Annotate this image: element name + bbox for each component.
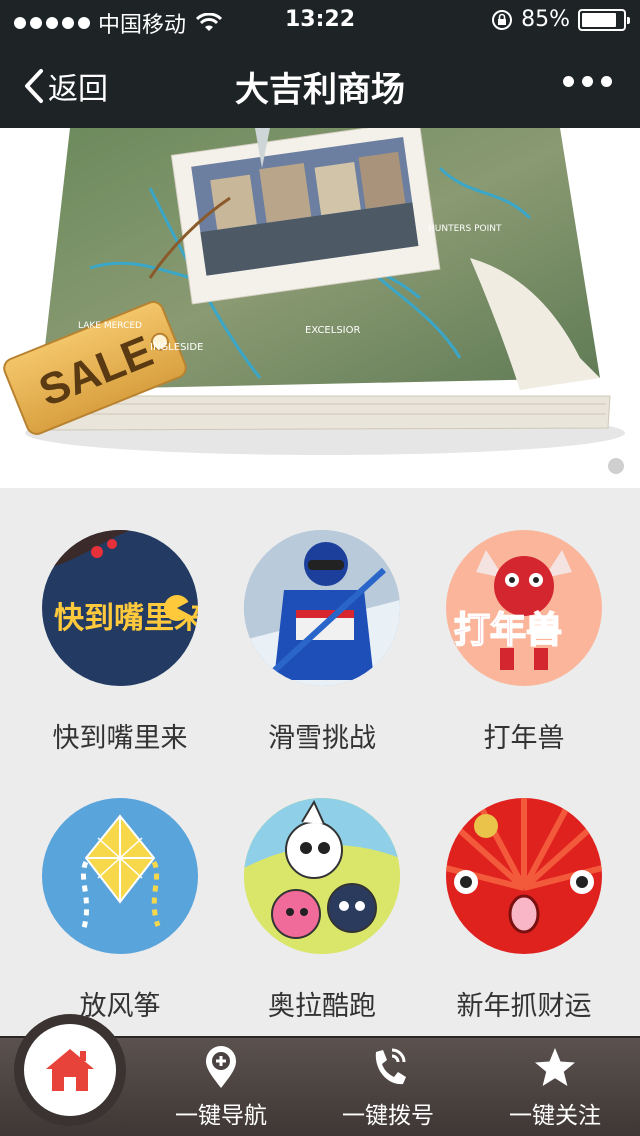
map-label: INGLESIDE bbox=[150, 342, 203, 353]
game-label: 新年抓财运 bbox=[456, 991, 592, 1022]
battery-icon bbox=[578, 8, 630, 31]
red-envelope-icon bbox=[446, 798, 602, 954]
skier-icon bbox=[244, 530, 400, 686]
game-item-nianshou[interactable]: 打年兽 打年兽 bbox=[424, 530, 624, 755]
bottom-toolbar: 一键导航 一键拨号 一键关注 bbox=[0, 1014, 640, 1136]
game-item-kuaidao[interactable]: 快到嘴里来 快到嘴里来 bbox=[20, 530, 220, 755]
aola-runner-icon bbox=[244, 798, 400, 954]
kite-icon bbox=[42, 798, 198, 954]
carousel-indicator[interactable] bbox=[608, 458, 624, 474]
snack-game-icon: 快到嘴里来 bbox=[42, 530, 198, 686]
home-button-ring bbox=[14, 1014, 126, 1126]
status-right: 85% bbox=[491, 7, 630, 32]
nian-beast-icon-text: 打年兽 bbox=[454, 610, 562, 651]
map-pin-plus-icon bbox=[206, 1046, 236, 1088]
game-item-ski[interactable]: 滑雪挑战 bbox=[222, 530, 422, 755]
status-bar: 中国移动 13:22 85% bbox=[0, 0, 640, 40]
promo-banner[interactable]: SALE INGLESIDE EXCELSIOR LAKE MERCED HUN… bbox=[0, 128, 640, 488]
game-item-kite[interactable]: 放风筝 bbox=[20, 798, 220, 1023]
navigation-bar: 返回 大吉利商场 bbox=[0, 40, 640, 128]
game-item-aola[interactable]: 奥拉酷跑 bbox=[222, 798, 422, 1023]
map-label: HUNTERS POINT bbox=[428, 224, 502, 234]
game-label: 打年兽 bbox=[483, 723, 565, 754]
home-button[interactable] bbox=[24, 1024, 116, 1116]
tab-navigation[interactable]: 一键导航 bbox=[146, 1046, 296, 1130]
map-label: EXCELSIOR bbox=[305, 325, 360, 336]
game-grid: 快到嘴里来 快到嘴里来 滑雪挑战 打年兽 打年兽 放风筝 奥拉酷跑 新年抓财运 bbox=[0, 488, 640, 1036]
phone-icon bbox=[375, 1048, 406, 1085]
game-label: 奥拉酷跑 bbox=[268, 991, 376, 1022]
tab-follow[interactable]: 一键关注 bbox=[480, 1046, 630, 1130]
game-label: 快到嘴里来 bbox=[52, 723, 188, 754]
rotation-lock-icon bbox=[492, 9, 513, 30]
battery-level bbox=[582, 12, 616, 27]
battery-percent: 85% bbox=[521, 7, 570, 32]
map-label: LAKE MERCED bbox=[78, 321, 142, 331]
more-button[interactable] bbox=[563, 76, 612, 87]
game-label: 滑雪挑战 bbox=[268, 723, 376, 754]
home-icon bbox=[46, 1049, 94, 1091]
nian-beast-icon: 打年兽 bbox=[446, 530, 602, 686]
tab-navigation-label: 一键导航 bbox=[175, 1103, 267, 1129]
game-item-caiyun[interactable]: 新年抓财运 bbox=[424, 798, 624, 1023]
tab-call-label: 一键拨号 bbox=[342, 1103, 434, 1129]
banner-image: SALE INGLESIDE EXCELSIOR LAKE MERCED HUN… bbox=[3, 128, 625, 455]
page-title: 大吉利商场 bbox=[235, 70, 405, 110]
tab-follow-label: 一键关注 bbox=[509, 1103, 601, 1129]
tab-call[interactable]: 一键拨号 bbox=[313, 1046, 463, 1130]
star-icon bbox=[535, 1048, 575, 1086]
